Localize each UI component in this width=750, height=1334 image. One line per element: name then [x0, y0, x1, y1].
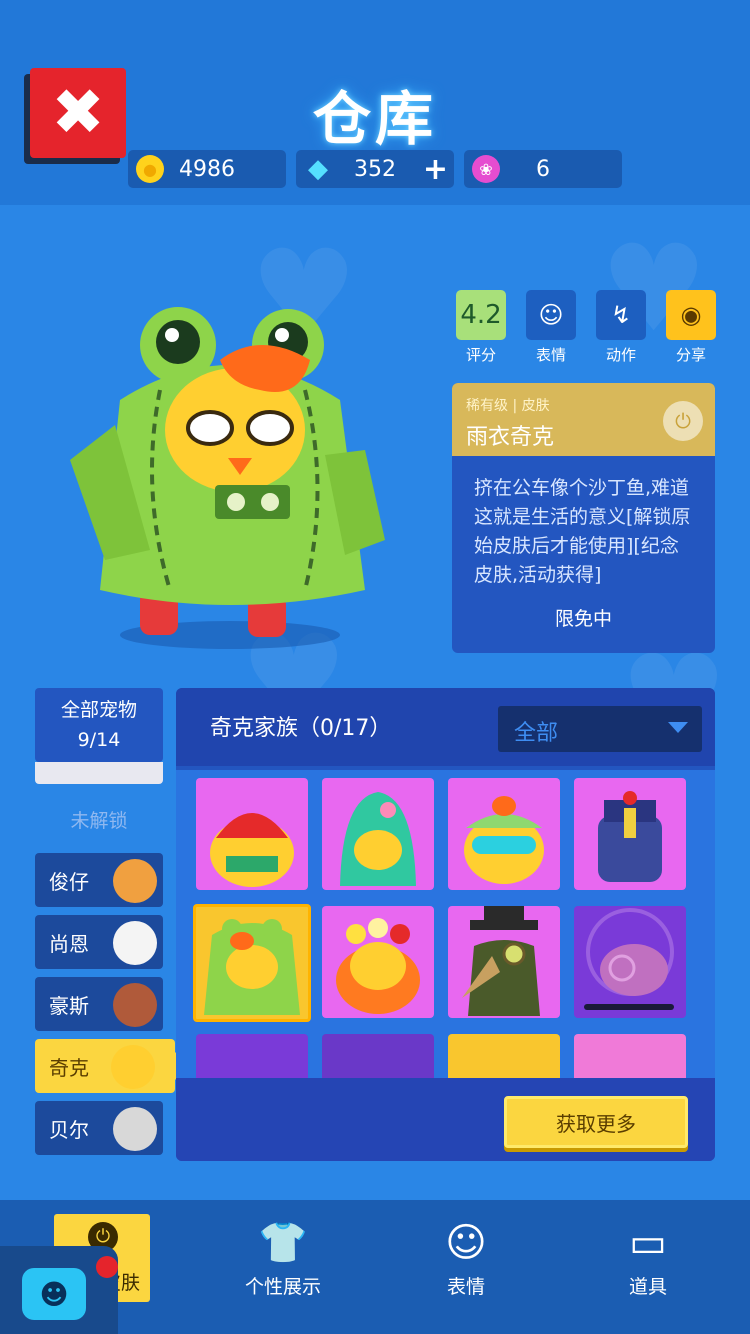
tshirt-icon: 👕 — [258, 1220, 308, 1266]
detective-chick-skin — [584, 908, 674, 1010]
pet-label: 豪斯 — [49, 993, 89, 1018]
camera-icon: ◉ — [666, 290, 716, 340]
get-more-button[interactable]: 获取更多 — [504, 1096, 688, 1148]
skin-tile-locked[interactable] — [574, 906, 686, 1018]
skin-tile[interactable] — [448, 906, 560, 1018]
pet-label: 尚恩 — [49, 931, 89, 956]
pet-label: 奇克 — [49, 1055, 89, 1080]
horse-avatar — [113, 983, 157, 1027]
rating-label: 评分 — [465, 346, 496, 364]
lotus-counter: ❀ 6 — [464, 150, 622, 188]
coin-counter: ● 4986 — [128, 150, 286, 188]
all-pets-tab[interactable]: 全部宠物 9/14 — [35, 688, 163, 762]
rating-value: 4.2 — [456, 290, 506, 340]
diamond-counter: ◆ 352 + — [296, 150, 454, 188]
tab-emotes[interactable]: ☺ 表情 — [411, 1220, 521, 1299]
filter-value: 全部 — [514, 721, 559, 746]
jiangshi-chick-skin — [598, 791, 662, 882]
skin-tile-locked[interactable] — [196, 1034, 308, 1078]
skin-tile[interactable] — [448, 1034, 560, 1078]
rating-button[interactable]: 4.2 评分 — [456, 290, 506, 365]
notification-badge — [96, 1256, 118, 1278]
plague-doctor-chick-skin — [462, 906, 540, 1016]
coin-icon: ● — [136, 155, 164, 183]
skin-tile[interactable] — [322, 906, 434, 1018]
tab-label: 个性展示 — [244, 1276, 321, 1298]
chat-smile-icon: ☺ — [526, 290, 576, 340]
action-label: 动作 — [605, 346, 636, 364]
locked-section-label: 未解锁 — [70, 810, 128, 832]
sidebar-item-haosi[interactable]: 豪斯 — [35, 977, 163, 1031]
diamond-icon: ◆ — [308, 154, 328, 184]
family-title: 奇克家族（0/17） — [210, 716, 392, 741]
skin-tile-locked[interactable] — [322, 1034, 434, 1078]
skin-tile[interactable] — [196, 778, 308, 890]
skin-description: 挤在公车像个沙丁鱼,难道这就是生活的意义[解锁原始皮肤后才能使用][纪念皮肤,活… — [474, 477, 691, 586]
raincoat-chick-skin — [204, 919, 300, 1015]
tab-personal-display[interactable]: 👕 个性展示 — [228, 1220, 338, 1299]
pet-label: 贝尔 — [49, 1117, 89, 1142]
character-preview[interactable] — [60, 290, 400, 660]
free-status: 限免中 — [554, 608, 612, 630]
scrolled-pet-item[interactable] — [35, 762, 163, 784]
plug-emblem-icon: ⏻ — [663, 401, 703, 441]
sidebar-item-shangen[interactable]: 尚恩 — [35, 915, 163, 969]
pet-label: 俊仔 — [49, 869, 89, 894]
header-bar: ✖ 仓库 ● 4986 ◆ 352 + ❀ 6 — [0, 0, 750, 205]
sidebar-item-beier[interactable]: 贝尔 — [35, 1101, 163, 1155]
skin-tile[interactable] — [322, 778, 434, 890]
skin-actions: 4.2 评分 ☺ 表情 ↯ 动作 ◉ 分享 — [456, 290, 720, 370]
skins-grid — [176, 770, 715, 1078]
skin-tile[interactable] — [574, 1034, 686, 1078]
skin-info-header: 稀有级 | 皮肤 雨衣奇克 ⏻ — [452, 383, 715, 456]
skin-info-card: 稀有级 | 皮肤 雨衣奇克 ⏻ 挤在公车像个沙丁鱼,难道这就是生活的意义[解锁原… — [452, 383, 715, 653]
all-pets-label: 全部宠物 — [60, 699, 137, 721]
skin-tile[interactable] — [574, 778, 686, 890]
card-icon: ▭ — [629, 1220, 667, 1266]
sheep-avatar — [113, 921, 157, 965]
all-pets-count: 9/14 — [77, 729, 121, 751]
winter-chick-skin — [210, 813, 294, 887]
add-diamond-button[interactable]: + — [423, 152, 448, 187]
skin-type-text: 皮肤 — [521, 398, 550, 414]
lotus-token-icon: ❀ — [472, 155, 500, 183]
tab-label: 表情 — [446, 1276, 485, 1298]
skin-tile[interactable] — [448, 778, 560, 890]
summer-chick-skin — [464, 796, 544, 884]
rarity-text: 稀有级 — [466, 398, 508, 414]
frida-chick-skin — [336, 918, 420, 1014]
share-button[interactable]: ◉ 分享 — [666, 290, 716, 365]
cactus-chick-skin — [340, 792, 416, 886]
skin-tile-selected[interactable] — [193, 904, 311, 1022]
skins-panel-header: 奇克家族（0/17） 全部 — [176, 688, 715, 766]
skins-panel: 奇克家族（0/17） 全部 获取更多 — [176, 688, 715, 1161]
chat-bot-icon: ☻ — [22, 1268, 86, 1320]
tab-items[interactable]: ▭ 道具 — [593, 1220, 703, 1299]
action-button[interactable]: ↯ 动作 — [596, 290, 646, 365]
bear-avatar — [113, 1107, 157, 1151]
shiba-avatar — [113, 859, 157, 903]
running-icon: ↯ — [596, 290, 646, 340]
filter-dropdown[interactable]: 全部 — [498, 706, 702, 752]
chat-smile-icon: ☺ — [445, 1220, 487, 1266]
chevron-down-icon — [668, 722, 688, 733]
chick-avatar — [111, 1045, 155, 1089]
skins-panel-footer: 获取更多 — [176, 1078, 715, 1161]
tab-label: 道具 — [628, 1276, 667, 1298]
page-title: 仓库 — [312, 85, 437, 153]
share-label: 分享 — [675, 346, 706, 364]
sidebar-item-qike[interactable]: 奇克 — [35, 1039, 189, 1093]
emote-label: 表情 — [535, 346, 566, 364]
sidebar-item-junzai[interactable]: 俊仔 — [35, 853, 163, 907]
emote-button[interactable]: ☺ 表情 — [526, 290, 576, 365]
